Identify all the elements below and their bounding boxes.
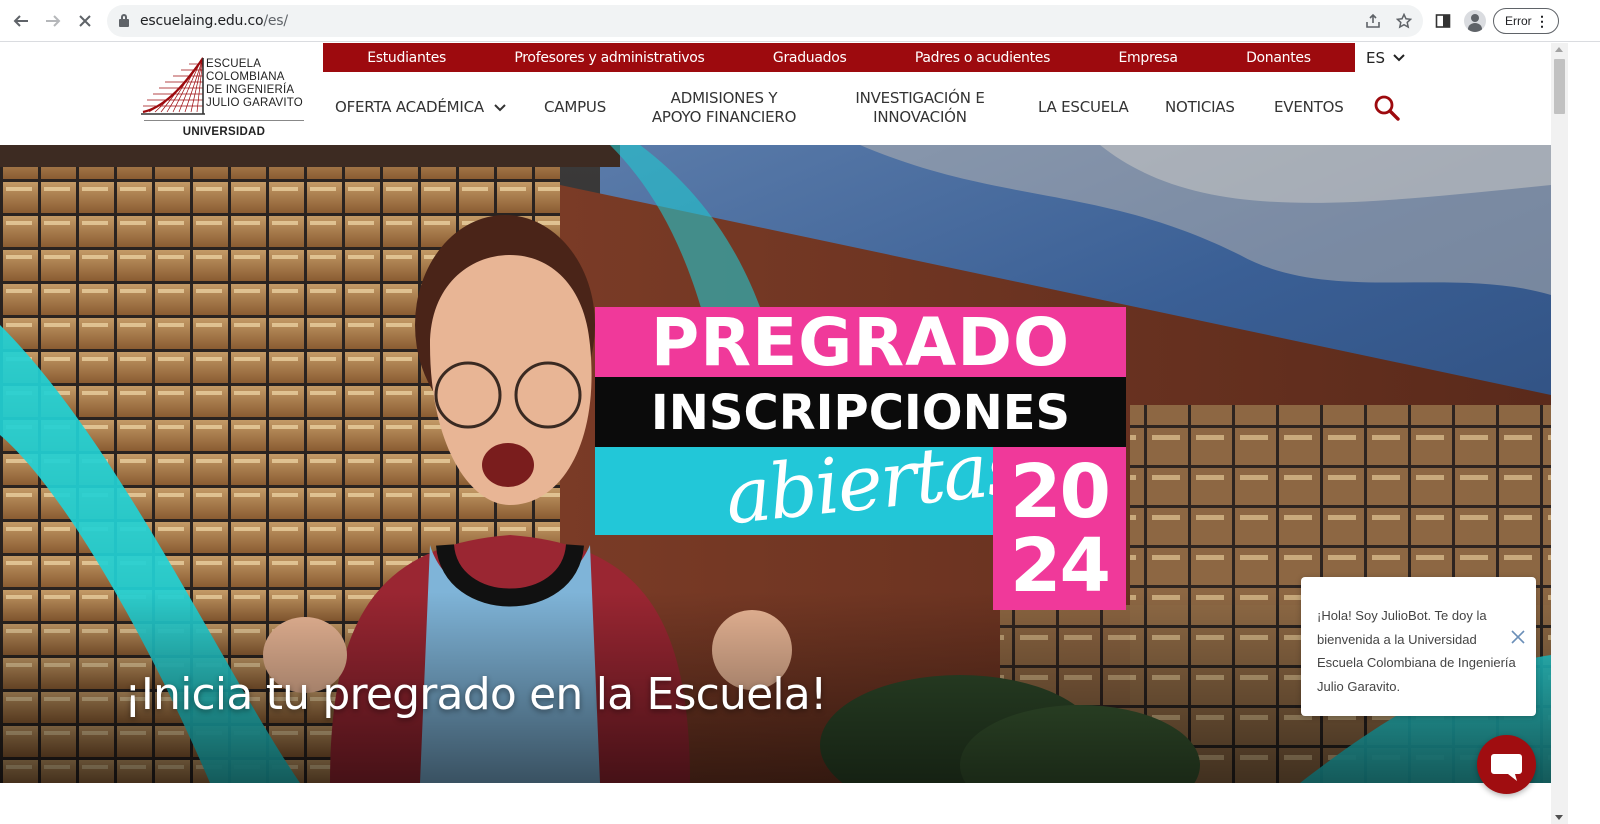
topbar-link-graduados[interactable]: Graduados [773, 50, 847, 66]
profile-error-label: Error [1505, 14, 1532, 28]
admissions-promo[interactable]: PREGRADO INSCRIPCIONES abiertas 20 24 [595, 307, 1126, 610]
logo-emblem-icon [141, 57, 205, 115]
profile-avatar-icon[interactable] [1464, 10, 1486, 32]
language-label: ES [1366, 49, 1385, 67]
promo-year-top: 20 [1010, 449, 1111, 535]
logo-subtitle: UNIVERSIDAD [182, 126, 266, 138]
search-icon[interactable] [1374, 95, 1400, 121]
forward-icon[interactable] [41, 9, 65, 33]
page-viewport: Escuela Colombiana de Ingeniería Julio G… [0, 43, 1551, 824]
more-menu-icon[interactable]: ⋮ [1535, 9, 1549, 33]
university-logo[interactable]: Escuela Colombiana de Ingeniería Julio G… [141, 53, 307, 143]
nav-investigacion-line1: INVESTIGACIÓN E [855, 89, 985, 107]
promo-year-bottom: 24 [1010, 523, 1111, 609]
chatbot-message: ¡Hola! Soy JulioBot. Te doy la bienvenid… [1317, 608, 1516, 694]
side-panel-icon[interactable] [1431, 9, 1455, 33]
nav-admisiones-line1: ADMISIONES Y [670, 89, 778, 107]
browser-toolbar: escuelaing.edu.co/es/ Error ⋮ [0, 0, 1600, 42]
lock-icon[interactable] [119, 14, 129, 27]
audience-topbar: Estudiantes Profesores y administrativos… [323, 43, 1355, 72]
nav-noticias[interactable]: NOTICIAS [1165, 98, 1235, 117]
window-edge [1568, 43, 1600, 824]
chevron-down-icon [494, 103, 506, 111]
page-scrollbar[interactable] [1551, 43, 1568, 824]
topbar-link-empresa[interactable]: Empresa [1118, 50, 1178, 66]
nav-investigacion-line2: INNOVACIÓN [873, 108, 967, 126]
profile-error-button[interactable]: Error ⋮ [1493, 8, 1559, 34]
topbar-link-padres[interactable]: Padres o acudientes [915, 50, 1051, 66]
close-icon[interactable] [1509, 628, 1527, 646]
hero-caption: ¡Inicia tu pregrado en la Escuela! [124, 669, 828, 720]
nav-oferta-label: OFERTA ACADÉMICA [335, 98, 484, 116]
promo-pregrado-title: PREGRADO [595, 307, 1126, 379]
scroll-up-arrow-icon[interactable] [1555, 47, 1563, 52]
stop-loading-icon[interactable] [73, 9, 97, 33]
url-text[interactable]: escuelaing.edu.co/es/ [140, 13, 288, 29]
scroll-down-arrow-icon[interactable] [1555, 815, 1563, 820]
topbar-link-estudiantes[interactable]: Estudiantes [367, 50, 446, 66]
topbar-link-profesores[interactable]: Profesores y administrativos [514, 50, 704, 66]
chatbot-greeting[interactable]: ¡Hola! Soy JulioBot. Te doy la bienvenid… [1301, 577, 1536, 716]
chat-icon [1491, 754, 1522, 781]
nav-eventos[interactable]: EVENTOS [1274, 98, 1344, 117]
back-icon[interactable] [9, 9, 33, 33]
language-selector[interactable]: ES [1366, 49, 1405, 67]
logo-divider [144, 120, 304, 121]
nav-investigacion[interactable]: INVESTIGACIÓN E INNOVACIÓN [849, 89, 991, 127]
nav-campus[interactable]: CAMPUS [544, 98, 606, 117]
bookmark-star-icon[interactable] [1394, 11, 1414, 31]
chevron-down-icon [1393, 54, 1405, 62]
promo-year: 20 24 [993, 447, 1126, 610]
chat-launcher-button[interactable] [1477, 735, 1536, 794]
topbar-link-donantes[interactable]: Donantes [1246, 50, 1311, 66]
main-navigation: OFERTA ACADÉMICA CAMPUS ADMISIONES Y APO… [323, 83, 1413, 133]
promo-inscripciones-title: INSCRIPCIONES [595, 377, 1126, 447]
nav-admisiones-line2: APOYO FINANCIERO [651, 108, 797, 126]
site-header: Escuela Colombiana de Ingeniería Julio G… [0, 43, 1551, 145]
nav-oferta-academica[interactable]: OFERTA ACADÉMICA [335, 98, 506, 117]
nav-admisiones[interactable]: ADMISIONES Y APOYO FINANCIERO [649, 89, 799, 127]
address-bar[interactable]: escuelaing.edu.co/es/ [107, 5, 1423, 37]
logo-wordmark: Escuela Colombiana de Ingeniería Julio G… [206, 58, 303, 109]
share-icon[interactable] [1363, 11, 1383, 31]
scrollbar-thumb[interactable] [1554, 59, 1565, 114]
nav-la-escuela[interactable]: LA ESCUELA [1038, 98, 1129, 117]
